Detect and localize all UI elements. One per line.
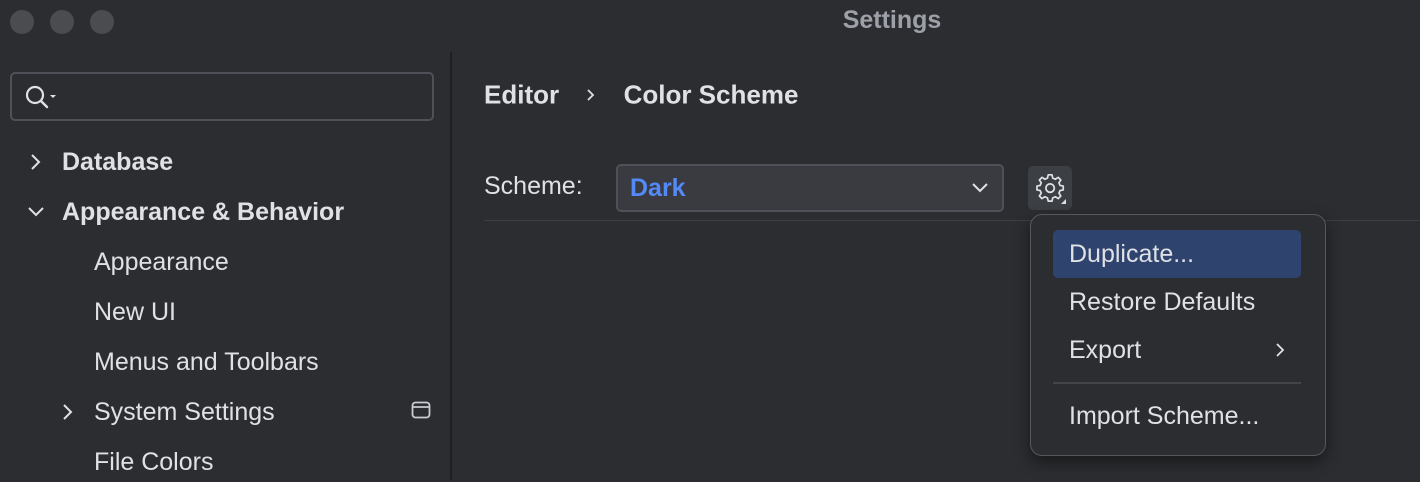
chevron-right-icon[interactable] (27, 153, 45, 171)
tree-item-label: Database (62, 148, 174, 176)
project-level-icon (411, 401, 431, 419)
tree-item-label: Menus and Toolbars (94, 348, 319, 376)
tree-item-new-ui[interactable]: New UI (0, 292, 440, 332)
window-title: Settings (842, 6, 942, 34)
menu-item-label: Duplicate... (1069, 240, 1195, 268)
menu-item-label: Import Scheme... (1069, 402, 1260, 430)
search-input[interactable] (60, 80, 424, 114)
gear-icon (1036, 174, 1066, 204)
tree-item-label: Appearance & Behavior (62, 198, 345, 226)
tree-item-system-settings[interactable]: System Settings (0, 392, 440, 432)
title-bar: Settings (0, 0, 1420, 44)
close-window-button[interactable] (10, 10, 34, 34)
tree-item-label: New UI (94, 298, 176, 326)
tree-item-appearance-behavior[interactable]: Appearance & Behavior (0, 192, 440, 232)
breadcrumb: Editor Color Scheme (484, 78, 798, 111)
chevron-down-icon (972, 183, 988, 193)
tree-item-menus-and-toolbars[interactable]: Menus and Toolbars (0, 342, 440, 382)
chevron-right-icon (587, 89, 595, 101)
scheme-label: Scheme: (484, 172, 583, 200)
scheme-dropdown[interactable]: Dark (616, 164, 1004, 212)
tree-item-label: Appearance (94, 248, 229, 276)
menu-item-label: Restore Defaults (1069, 288, 1256, 316)
menu-item-restore-defaults[interactable]: Restore Defaults (1053, 278, 1301, 326)
chevron-down-icon[interactable] (27, 203, 45, 221)
breadcrumb-editor[interactable]: Editor (484, 80, 559, 110)
breadcrumb-color-scheme: Color Scheme (623, 79, 799, 110)
scheme-actions-button[interactable] (1028, 166, 1072, 210)
tree-item-appearance[interactable]: Appearance (0, 242, 440, 282)
menu-separator (1053, 382, 1301, 384)
menu-item-import-scheme[interactable]: Import Scheme... (1053, 392, 1301, 440)
zoom-window-button[interactable] (90, 10, 114, 34)
menu-item-label: Export (1069, 336, 1142, 364)
search-box[interactable] (10, 72, 434, 121)
chevron-right-icon (1276, 343, 1285, 357)
tree-item-file-colors[interactable]: File Colors (0, 442, 440, 482)
menu-item-export[interactable]: Export (1053, 326, 1301, 374)
tree-item-database[interactable]: Database (0, 142, 440, 182)
minimize-window-button[interactable] (50, 10, 74, 34)
menu-item-duplicate[interactable]: Duplicate... (1053, 230, 1301, 278)
tree-item-label: System Settings (94, 398, 275, 426)
settings-sidebar: Database Appearance & Behavior Appearanc… (0, 52, 450, 480)
chevron-right-icon[interactable] (59, 403, 77, 421)
search-icon (25, 85, 56, 109)
scheme-selected-value: Dark (630, 174, 686, 202)
tree-item-label: File Colors (94, 448, 214, 476)
scheme-actions-menu: Duplicate... Restore Defaults Export Imp… (1030, 214, 1326, 456)
